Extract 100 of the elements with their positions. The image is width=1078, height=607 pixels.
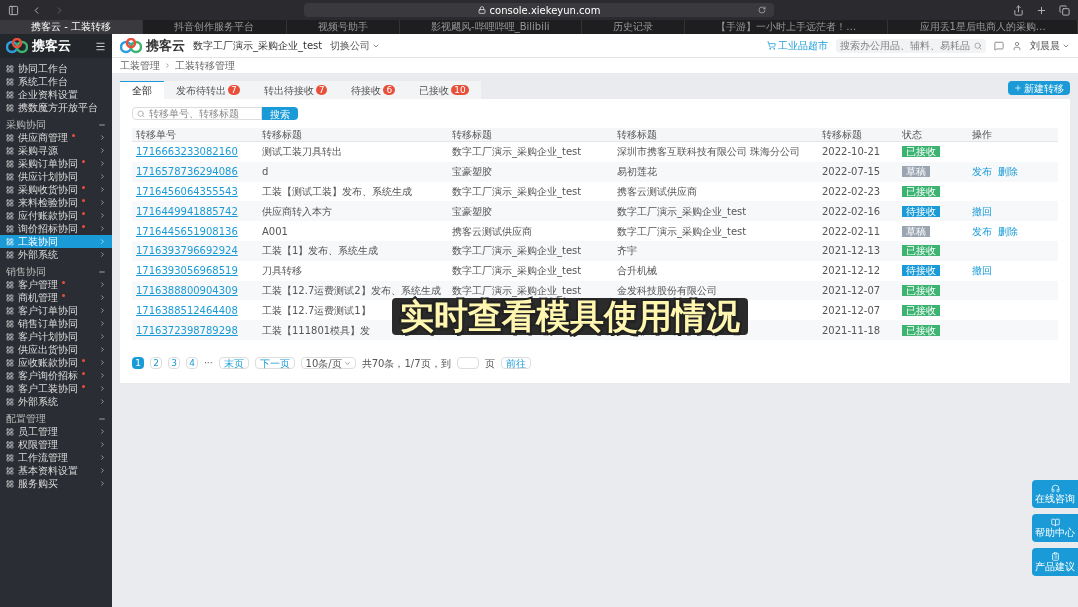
sidebar-item[interactable]: 权限管理 [0, 438, 112, 451]
sidebar-item[interactable]: 工作流管理 [0, 451, 112, 464]
status-badge: 草稿 [902, 166, 930, 178]
search-icon [137, 109, 145, 118]
menu-item-icon [6, 146, 14, 155]
table-cell: 2021-12-13 [822, 245, 881, 257]
menu-item-icon [6, 224, 14, 233]
table-cell: 2021-12-07 [822, 284, 881, 296]
reload-icon[interactable] [758, 6, 766, 14]
user-menu[interactable]: 刘晨晨 [1030, 38, 1070, 53]
page-number-field[interactable] [456, 357, 479, 370]
status-tab[interactable]: 发布待转出 7 [164, 81, 252, 99]
sidebar-item[interactable]: 外部系统 [0, 395, 112, 408]
sidebar-item-label: 应付账款协同 [18, 209, 78, 223]
sidebar-item[interactable]: 服务购买 [0, 477, 112, 490]
menu-item-icon [6, 384, 14, 393]
status-badge: 待接收 [902, 205, 940, 217]
sidebar-item[interactable]: 商机管理 [0, 291, 112, 304]
table-cell: 数字工厂演示_采购企业_test [452, 146, 582, 158]
sidebar-item[interactable]: 销售订单协同 [0, 317, 112, 330]
menu-icon[interactable] [95, 40, 106, 52]
table-cell: 数字工厂演示_采购企业_test [452, 284, 582, 296]
sidebar-item[interactable]: 应收账款协同 [0, 356, 112, 369]
sidebar-item-label: 客户询价招标 [18, 369, 78, 383]
count-badge: 10 [451, 85, 469, 95]
sidebar-item-label: 采购寻源 [18, 144, 58, 158]
table-cell: 宝豪塑胶 [452, 205, 492, 217]
sidebar-item-label: 客户管理 [18, 278, 58, 292]
page-size-select[interactable]: 10条/页 [300, 357, 356, 370]
sidebar-toggle-icon[interactable] [8, 4, 19, 16]
menu-item-icon [6, 293, 14, 302]
sidebar-item-label: 工作流管理 [18, 451, 68, 465]
sidebar-item[interactable]: 来料检验协同 [0, 196, 112, 209]
sidebar-item[interactable]: 采购收货协同 [0, 183, 112, 196]
column-header: 转移标题 [262, 128, 302, 142]
status-tab[interactable]: 全部 [120, 81, 164, 99]
sidebar-item[interactable]: 协同工作台 [0, 62, 112, 75]
table-cell: 测试工装刀具转出 [262, 146, 342, 158]
sidebar-item[interactable]: 基本资料设置 [0, 464, 112, 477]
sidebar-item[interactable]: 系统工作台 [0, 75, 112, 88]
cart-icon [767, 41, 776, 50]
sidebar-item[interactable]: 供应商管理 [0, 131, 112, 144]
sidebar-item-label: 商机管理 [18, 291, 58, 305]
sidebar-item[interactable]: 客户询价招标 [0, 369, 112, 382]
sidebar-item[interactable]: 采购寻源 [0, 144, 112, 157]
pagination-summary: 共70条，1/7页，到 [361, 356, 451, 371]
sidebar-item[interactable]: 员工管理 [0, 425, 112, 438]
table-cell: 齐宇 [617, 245, 637, 257]
menu-item-icon [6, 280, 14, 289]
menu-item-icon [6, 64, 14, 73]
table-cell: 工装【1】发布、系统生成 [262, 245, 379, 257]
sidebar-item[interactable]: 携数魔方开放平台 [0, 101, 112, 114]
column-header: 转移单号 [136, 128, 176, 142]
sidebar-item[interactable]: 客户工装协同 [0, 382, 112, 395]
sidebar-item[interactable]: 采购订单协同 [0, 157, 112, 170]
sidebar-item[interactable]: 客户管理 [0, 278, 112, 291]
table-cell: 刀具转移 [262, 265, 302, 277]
menu-item-icon [6, 211, 14, 220]
status-badge: 草稿 [902, 225, 930, 237]
menu-item-icon [6, 185, 14, 194]
table-cell: 2021-11-18 [822, 324, 881, 336]
address-bar[interactable]: console.xiekeyun.com [304, 3, 774, 17]
table-cell: 2022-07-15 [822, 166, 881, 178]
status-badge: 待接收 [902, 265, 940, 277]
sidebar-item[interactable]: 外部系统 [0, 248, 112, 261]
sidebar-item[interactable]: 客户订单协同 [0, 304, 112, 317]
menu-item-icon [6, 358, 14, 367]
status-tab[interactable]: 待接收 6 [339, 81, 408, 99]
sidebar-item-label: 来料检验协同 [18, 196, 78, 210]
sidebar-item-label: 工装协同 [18, 235, 58, 249]
sidebar-item[interactable]: 企业资料设置 [0, 88, 112, 101]
logo-icon [120, 37, 142, 54]
switch-company-button[interactable]: 切换公司 [330, 38, 381, 53]
search-field[interactable]: 转移单号、转移标题 [132, 107, 262, 120]
share-icon[interactable] [1013, 4, 1024, 16]
menu-item-icon [6, 172, 14, 181]
sidebar-item[interactable]: 供应出货协同 [0, 343, 112, 356]
table-cell: 易初莲花 [617, 166, 657, 178]
table-cell: 金发科技股份有限公司 [617, 284, 717, 296]
table-cell: 工装【12.7运费测试1】 [262, 304, 371, 316]
browser-tab[interactable]: 携客云 - 工装转移 [0, 20, 144, 34]
sidebar-item-label: 员工管理 [18, 425, 58, 439]
column-header[interactable]: 状态 [902, 127, 922, 142]
column-header: 转移标题 [617, 128, 657, 142]
sidebar-item[interactable]: 客户计划协同 [0, 330, 112, 343]
status-tab[interactable]: 转出待接收 7 [251, 81, 340, 99]
sidebar-item[interactable]: 供应计划协同 [0, 170, 112, 183]
sidebar-item-label: 供应商管理 [18, 131, 68, 145]
message-icon[interactable] [994, 40, 1004, 51]
sidebar-item[interactable]: 应付账款协同 [0, 209, 112, 222]
table-cell: 数字工厂演示_采购企业_test [452, 186, 582, 197]
search-field[interactable]: 搜索办公用品、辅料、易耗品 [836, 38, 986, 53]
sidebar-item-label: 采购订单协同 [18, 157, 78, 171]
status-tab[interactable]: 已接收 10 [407, 81, 481, 99]
new-tab-icon[interactable] [1036, 4, 1047, 16]
sidebar-item[interactable]: 询价招标协同 [0, 222, 112, 235]
breadcrumb-item[interactable]: 工装管理 [120, 58, 160, 73]
tabs-overview-icon[interactable] [1059, 4, 1070, 16]
menu-item-icon [6, 427, 14, 436]
menu-item-icon [6, 345, 14, 354]
